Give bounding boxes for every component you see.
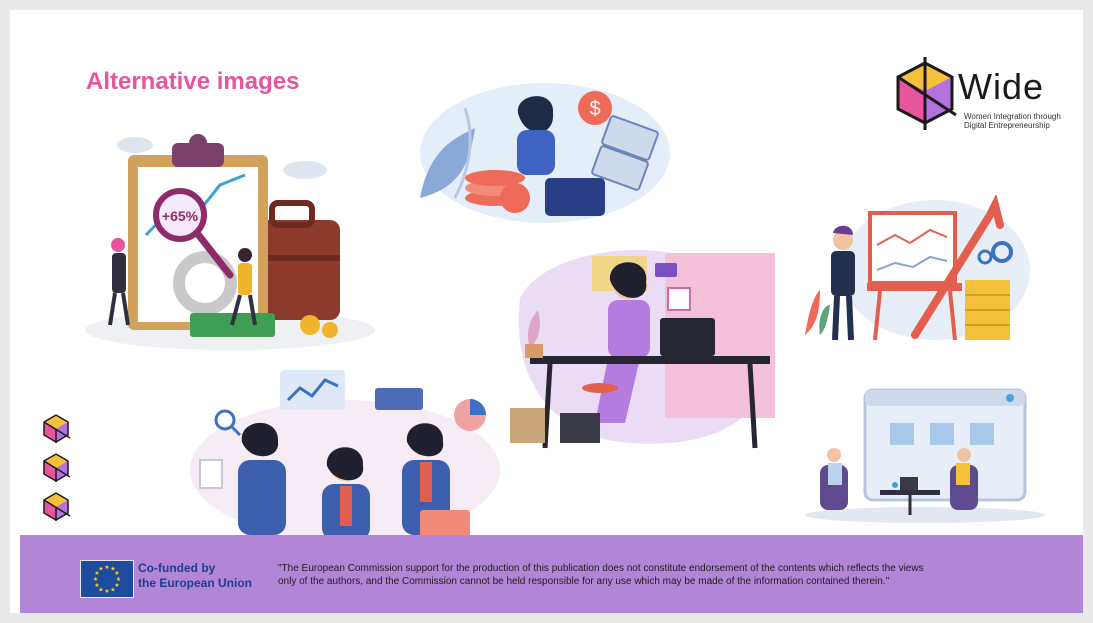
cofunded-line2: the European Union (138, 576, 252, 590)
woman-at-desk-illustration (500, 238, 790, 453)
disclaimer-line1: "The European Commission support for the… (278, 563, 924, 574)
svg-text:★: ★ (94, 582, 99, 589)
disclaimer-line2: only of the authors, and the Commission … (278, 576, 890, 587)
wide-logo-word: Wide (958, 66, 1045, 107)
wide-logo: Wide Women Integration through Digital E… (890, 50, 1070, 150)
slide-title: Alternative images (86, 68, 300, 95)
svg-text:★: ★ (98, 566, 103, 573)
eu-disclaimer: "The European Commission support for the… (278, 562, 1068, 588)
cube-icon (43, 492, 71, 521)
cofunded-label: Co-funded by the European Union (138, 561, 252, 591)
decorative-cubes (40, 412, 76, 529)
svg-text:★: ★ (110, 587, 115, 594)
woman-finance-illustration: $ (405, 68, 675, 228)
slide: Alternative images +65% $ Wide Women Int… (10, 10, 1083, 613)
clipboard-percent-label: +65% (162, 208, 199, 224)
wide-logo-subtitle: Women Integration through Digital Entrep… (964, 112, 1074, 130)
wide-logo-subtitle-line1: Women Integration through (964, 112, 1061, 121)
dollar-coin-label: $ (589, 98, 600, 120)
wide-cube-logo-icon (896, 57, 957, 130)
presentation-board-illustration (795, 195, 1035, 345)
meeting-website-illustration (800, 385, 1050, 525)
svg-text:★: ★ (93, 576, 98, 583)
wide-logo-subtitle-line2: Digital Entrepreneurship (964, 121, 1050, 130)
cofunded-line1: Co-funded by (138, 561, 216, 575)
clipboard-analytics-illustration: +65% (80, 125, 380, 355)
cube-icon (43, 453, 71, 482)
cube-icon (43, 414, 71, 443)
svg-text:★: ★ (104, 564, 109, 571)
women-team-illustration (180, 360, 510, 540)
footer-banner: ★ ★ ★ ★ ★ ★ ★ ★ ★ ★ ★ ★ Co-funded by the… (20, 535, 1083, 613)
svg-text:★: ★ (104, 588, 109, 595)
eu-flag-icon: ★ ★ ★ ★ ★ ★ ★ ★ ★ ★ ★ ★ (80, 560, 134, 598)
